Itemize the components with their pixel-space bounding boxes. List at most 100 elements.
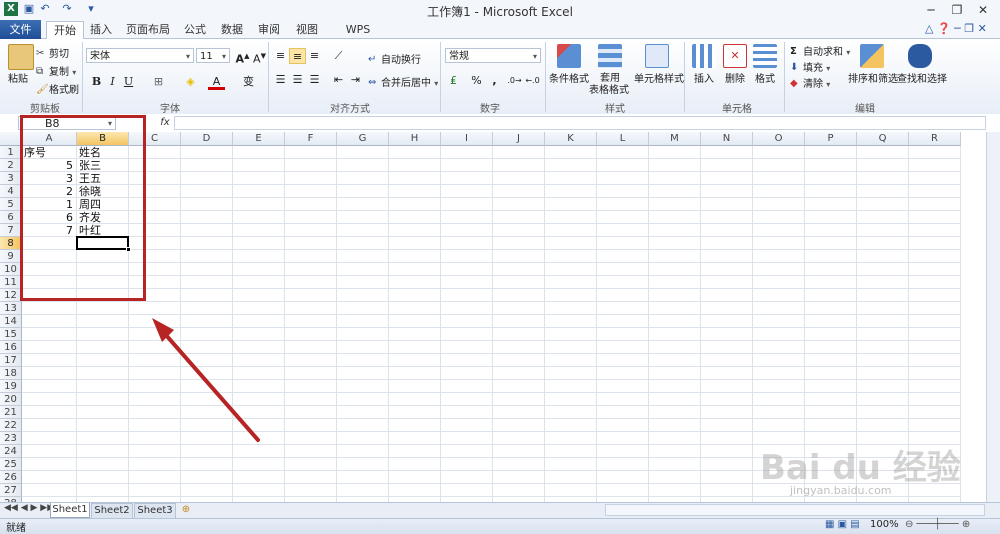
- cell-o6[interactable]: [753, 211, 805, 224]
- cell-q20[interactable]: [857, 393, 909, 406]
- vertical-scrollbar[interactable]: [986, 132, 1000, 502]
- cell-f11[interactable]: [285, 276, 337, 289]
- cell-f24[interactable]: [285, 445, 337, 458]
- cell-g18[interactable]: [337, 367, 389, 380]
- cell-m2[interactable]: [649, 159, 701, 172]
- cell-a26[interactable]: [22, 471, 77, 484]
- cell-j19[interactable]: [493, 380, 545, 393]
- cell-g3[interactable]: [337, 172, 389, 185]
- cell-d4[interactable]: [181, 185, 233, 198]
- cell-g7[interactable]: [337, 224, 389, 237]
- insert-cells-icon[interactable]: [692, 44, 716, 68]
- cell-h20[interactable]: [389, 393, 441, 406]
- cell-k18[interactable]: [545, 367, 597, 380]
- cell-i17[interactable]: [441, 354, 493, 367]
- close-icon[interactable]: ✕: [970, 1, 996, 19]
- format-button[interactable]: 格式: [755, 70, 775, 85]
- cell-r4[interactable]: [909, 185, 961, 198]
- cell-o5[interactable]: [753, 198, 805, 211]
- cell-p1[interactable]: [805, 146, 857, 159]
- phonetic-button[interactable]: 变: [240, 74, 257, 90]
- cell-r21[interactable]: [909, 406, 961, 419]
- copy-button[interactable]: ⧉ 复制 ▾: [36, 63, 76, 78]
- clear-button[interactable]: ◆ 清除 ▾: [790, 75, 830, 90]
- cell-m23[interactable]: [649, 432, 701, 445]
- cell-p8[interactable]: [805, 237, 857, 250]
- border-icon[interactable]: ⊞: [150, 74, 167, 90]
- cell-g22[interactable]: [337, 419, 389, 432]
- cell-i2[interactable]: [441, 159, 493, 172]
- cell-r10[interactable]: [909, 263, 961, 276]
- cell-r6[interactable]: [909, 211, 961, 224]
- tab-formulas[interactable]: 公式: [183, 21, 207, 38]
- cell-h26[interactable]: [389, 471, 441, 484]
- column-header[interactable]: H: [389, 132, 441, 146]
- cell-f14[interactable]: [285, 315, 337, 328]
- cell-n11[interactable]: [701, 276, 753, 289]
- cell-j21[interactable]: [493, 406, 545, 419]
- cell-r11[interactable]: [909, 276, 961, 289]
- cell-m16[interactable]: [649, 341, 701, 354]
- cell-e9[interactable]: [233, 250, 285, 263]
- cell-n22[interactable]: [701, 419, 753, 432]
- cell-f25[interactable]: [285, 458, 337, 471]
- fill-color-icon[interactable]: ◈: [182, 74, 199, 90]
- customize-icon[interactable]: ▾: [84, 2, 98, 16]
- cell-g27[interactable]: [337, 484, 389, 497]
- italic-button[interactable]: I: [104, 74, 121, 90]
- cell-i24[interactable]: [441, 445, 493, 458]
- cell-m4[interactable]: [649, 185, 701, 198]
- zoom-level[interactable]: 100%: [870, 519, 899, 530]
- cell-q16[interactable]: [857, 341, 909, 354]
- tab-wps-pdf[interactable]: WPS PDF: [335, 21, 381, 53]
- column-header[interactable]: Q: [857, 132, 909, 146]
- cell-i25[interactable]: [441, 458, 493, 471]
- cell-h7[interactable]: [389, 224, 441, 237]
- cell-o16[interactable]: [753, 341, 805, 354]
- cell-f23[interactable]: [285, 432, 337, 445]
- cell-l2[interactable]: [597, 159, 649, 172]
- cell-f1[interactable]: [285, 146, 337, 159]
- cell-f10[interactable]: [285, 263, 337, 276]
- cell-m21[interactable]: [649, 406, 701, 419]
- cell-h25[interactable]: [389, 458, 441, 471]
- increase-decimal-icon[interactable]: .0→: [506, 73, 523, 89]
- cell-k1[interactable]: [545, 146, 597, 159]
- cell-h8[interactable]: [389, 237, 441, 250]
- cell-k16[interactable]: [545, 341, 597, 354]
- cell-h9[interactable]: [389, 250, 441, 263]
- row-header[interactable]: 16: [0, 341, 22, 354]
- cell-e12[interactable]: [233, 289, 285, 302]
- align-center-icon[interactable]: ☰: [289, 72, 306, 88]
- cell-i13[interactable]: [441, 302, 493, 315]
- cell-b14[interactable]: [77, 315, 129, 328]
- cell-b19[interactable]: [77, 380, 129, 393]
- cell-m14[interactable]: [649, 315, 701, 328]
- cell-e26[interactable]: [233, 471, 285, 484]
- cell-n21[interactable]: [701, 406, 753, 419]
- cell-o13[interactable]: [753, 302, 805, 315]
- cell-d9[interactable]: [181, 250, 233, 263]
- delete-button[interactable]: 删除: [725, 70, 745, 85]
- cell-j9[interactable]: [493, 250, 545, 263]
- cell-m19[interactable]: [649, 380, 701, 393]
- cell-n27[interactable]: [701, 484, 753, 497]
- paste-icon[interactable]: [8, 44, 34, 70]
- bold-button[interactable]: B: [88, 74, 105, 90]
- row-header[interactable]: 5: [0, 198, 22, 211]
- tab-review[interactable]: 审阅: [257, 21, 281, 38]
- column-header[interactable]: J: [493, 132, 545, 146]
- cell-p17[interactable]: [805, 354, 857, 367]
- cell-m3[interactable]: [649, 172, 701, 185]
- cell-g5[interactable]: [337, 198, 389, 211]
- cell-d6[interactable]: [181, 211, 233, 224]
- cell-n2[interactable]: [701, 159, 753, 172]
- cell-f22[interactable]: [285, 419, 337, 432]
- row-header[interactable]: 9: [0, 250, 22, 263]
- cell-e7[interactable]: [233, 224, 285, 237]
- cell-q7[interactable]: [857, 224, 909, 237]
- cell-q1[interactable]: [857, 146, 909, 159]
- cell-b27[interactable]: [77, 484, 129, 497]
- underline-button[interactable]: U: [120, 74, 137, 90]
- cell-g17[interactable]: [337, 354, 389, 367]
